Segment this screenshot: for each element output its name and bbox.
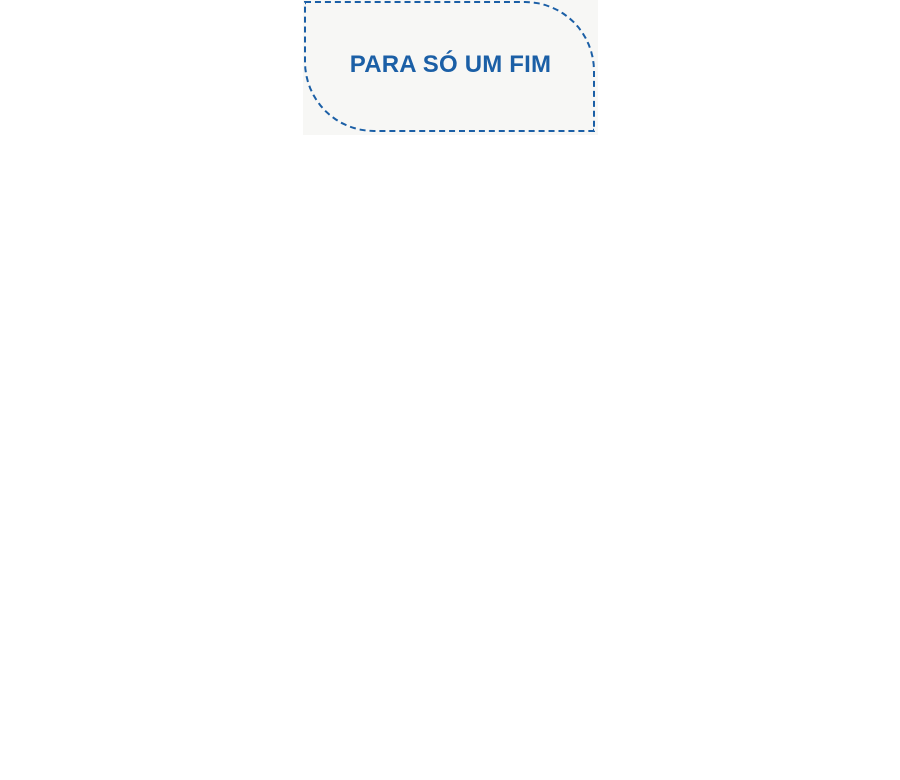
badge-label: PARA SÓ UM FIM: [349, 51, 552, 78]
badge: PARA SÓ UM FIM: [303, 0, 598, 135]
